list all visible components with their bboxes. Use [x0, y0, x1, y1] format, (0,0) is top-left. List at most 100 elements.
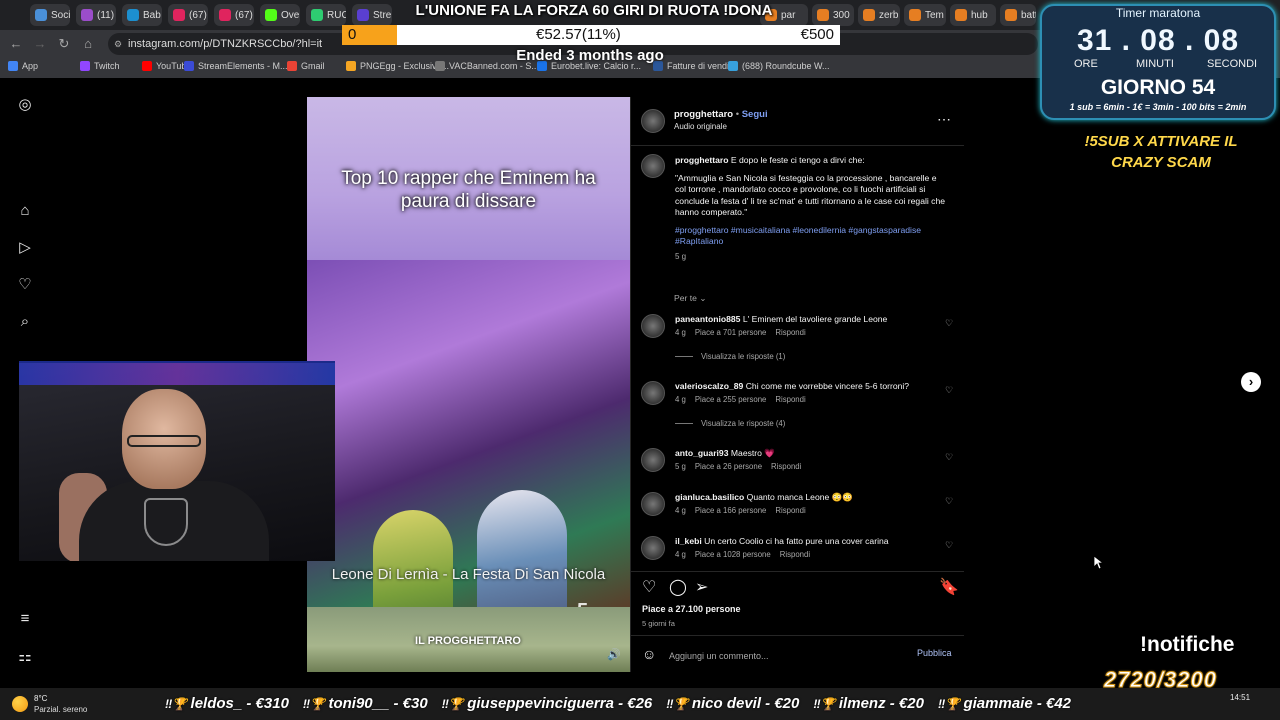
avatar[interactable]: [641, 492, 665, 516]
browser-tab[interactable]: (67): [168, 4, 208, 26]
save-icon[interactable]: 🔖: [939, 577, 959, 597]
notifications-command: !notifiche: [1140, 633, 1235, 656]
site-info-icon[interactable]: ⚙: [114, 33, 122, 55]
caption-username[interactable]: progghettaro: [675, 155, 728, 165]
avatar[interactable]: [641, 314, 665, 338]
comment-likes[interactable]: Piace a 255 persone: [695, 395, 767, 404]
bookmark-label: Gmail: [301, 61, 325, 71]
comment-input[interactable]: [669, 648, 889, 664]
follow-button[interactable]: Segui: [742, 109, 768, 120]
tab-favicon-icon: [863, 9, 875, 21]
bookmark-item[interactable]: StreamElements - M...: [184, 61, 288, 71]
browser-tab[interactable]: 300: [812, 4, 854, 26]
comment-username[interactable]: anto_guari93: [675, 448, 729, 458]
comment-meta: 5 g Piace a 26 persone Rispondi: [675, 462, 810, 471]
view-replies-button[interactable]: Visualizza le risposte (1): [675, 352, 785, 361]
comment-text: Maestro 💗: [730, 448, 776, 458]
browser-tab[interactable]: batt: [1000, 4, 1036, 26]
avatar[interactable]: [641, 536, 665, 560]
ticker-entry: ilmenz - €20: [813, 695, 924, 712]
comment-username[interactable]: paneantonio885: [675, 314, 740, 324]
browser-tab[interactable]: (11): [76, 4, 116, 26]
reel-video[interactable]: 5 Top 10 rapper che Eminem ha paura di d…: [307, 97, 630, 672]
comment-age: 5 g: [675, 462, 686, 471]
bookmark-item[interactable]: Twitch: [80, 61, 120, 71]
back-icon[interactable]: ←: [8, 36, 24, 52]
ticker-entry: toni90__ - €30: [303, 695, 428, 712]
publish-button[interactable]: Pubblica: [917, 648, 952, 658]
reply-button[interactable]: Rispondi: [780, 550, 810, 559]
reply-button[interactable]: Rispondi: [775, 395, 805, 404]
browser-tab[interactable]: Bab: [122, 4, 162, 26]
avatar[interactable]: [641, 448, 665, 472]
like-icon[interactable]: ♡: [642, 577, 656, 597]
tab-label: hub: [971, 9, 988, 21]
bookmark-item[interactable]: App: [8, 61, 38, 71]
comment-like-icon[interactable]: ♡: [945, 318, 953, 329]
browser-tab[interactable]: RUC: [306, 4, 346, 26]
comment-likes[interactable]: Piace a 1028 persone: [695, 550, 771, 559]
for-you-toggle[interactable]: Per te ⌄: [674, 293, 707, 304]
comment-meta: 4 g Piace a 1028 persone Rispondi: [675, 550, 819, 559]
bookmark-item[interactable]: Gmail: [287, 61, 325, 71]
browser-tab[interactable]: Ove: [260, 4, 300, 26]
search-icon[interactable]: ⌕: [16, 313, 34, 331]
comment-body: gianluca.basilico Quanto manca Leone 😳😳: [675, 492, 935, 503]
comment-item: gianluca.basilico Quanto manca Leone 😳😳 4…: [631, 492, 964, 542]
tab-label: (67): [189, 9, 207, 21]
bookmark-item[interactable]: (688) Roundcube W...: [728, 61, 830, 71]
donation-goal-title: L'UNIONE FA LA FORZA 60 GIRI DI RUOTA !D…: [415, 2, 773, 19]
comment-likes[interactable]: Piace a 166 persone: [695, 506, 767, 515]
comment-username[interactable]: valerioscalzo_89: [675, 381, 743, 391]
comment-username[interactable]: gianluca.basilico: [675, 492, 744, 502]
browser-tab[interactable]: zerb: [858, 4, 900, 26]
avatar[interactable]: [641, 109, 665, 133]
comment-like-icon[interactable]: ♡: [945, 540, 953, 551]
comment-icon[interactable]: ◯: [669, 577, 687, 597]
reply-button[interactable]: Rispondi: [775, 328, 805, 337]
more-options-icon[interactable]: ⋯: [937, 111, 951, 128]
notifications-icon[interactable]: ♡: [16, 276, 34, 294]
reels-icon[interactable]: ▷: [16, 239, 34, 257]
comment-username[interactable]: il_kebi: [675, 536, 702, 546]
bookmark-item[interactable]: PNGEgg - Exclusive...: [346, 61, 449, 71]
comment-like-icon[interactable]: ♡: [945, 452, 953, 463]
author-username[interactable]: progghettaro: [674, 109, 733, 120]
reply-button[interactable]: Rispondi: [775, 506, 805, 515]
caption-hashtags[interactable]: #progghettaro #musicaitaliana #leonedile…: [675, 225, 947, 248]
sub-goal-note: !5SUB X ATTIVARE IL CRAZY SCAM: [1084, 133, 1238, 171]
minutes-label: MINUTI: [1136, 58, 1174, 70]
share-icon[interactable]: ➢: [695, 577, 708, 597]
audio-label[interactable]: Audio originale: [674, 122, 727, 131]
tab-favicon-icon: [955, 9, 967, 21]
emoji-icon[interactable]: ☺: [642, 646, 656, 662]
instagram-logo-icon[interactable]: ◎: [16, 96, 34, 114]
home-icon[interactable]: ⌂: [16, 202, 34, 220]
post-date: 5 giorni fa: [642, 619, 675, 628]
webcam-feed: [19, 361, 335, 561]
browser-tab[interactable]: Soci: [30, 4, 70, 26]
home-icon[interactable]: ⌂: [80, 36, 96, 52]
forward-icon[interactable]: →: [32, 36, 48, 52]
avatar[interactable]: [641, 381, 665, 405]
glasses: [127, 435, 201, 447]
avatar[interactable]: [641, 154, 665, 178]
browser-tab[interactable]: hub: [950, 4, 996, 26]
goal-current: €52.57(11%): [536, 26, 621, 43]
audio-toggle-icon[interactable]: 🔊: [607, 648, 621, 661]
browser-tab[interactable]: (67): [214, 4, 254, 26]
likes-count[interactable]: Piace a 27.100 persone: [642, 604, 741, 614]
timer-rates: 1 sub = 6min - 1€ = 3min - 100 bits = 2m…: [1069, 102, 1247, 112]
next-post-button[interactable]: ›: [1241, 372, 1261, 392]
comment-like-icon[interactable]: ♡: [945, 496, 953, 507]
comment-likes[interactable]: Piace a 701 persone: [695, 328, 767, 337]
comment-like-icon[interactable]: ♡: [945, 385, 953, 396]
reply-button[interactable]: Rispondi: [771, 462, 801, 471]
more-apps-icon[interactable]: ⚏: [16, 648, 34, 666]
comment-likes[interactable]: Piace a 26 persone: [695, 462, 762, 471]
reload-icon[interactable]: ↻: [56, 36, 72, 52]
browser-tab[interactable]: Stre: [352, 4, 392, 26]
browser-tab[interactable]: Tem: [904, 4, 946, 26]
menu-icon[interactable]: ≡: [16, 610, 34, 628]
view-replies-button[interactable]: Visualizza le risposte (4): [675, 419, 785, 428]
